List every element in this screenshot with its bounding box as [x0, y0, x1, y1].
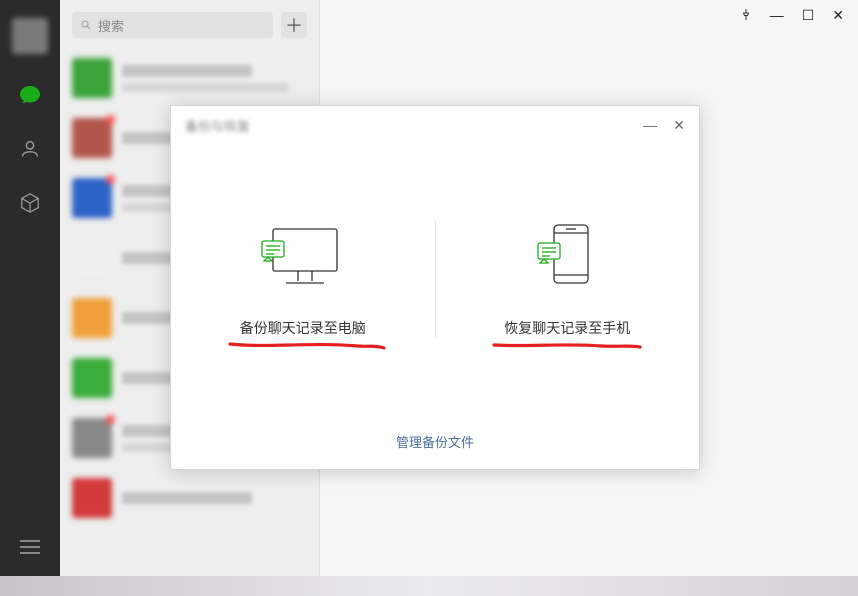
manage-backup-link[interactable]: 管理备份文件: [396, 432, 474, 451]
dialog-close-button[interactable]: ✕: [673, 117, 685, 134]
backup-label: 备份聊天记录至电脑: [240, 318, 366, 338]
dialog-titlebar: 备份与恢复 — ✕: [171, 106, 699, 144]
search-icon: [80, 19, 92, 31]
unread-badge: [106, 175, 115, 184]
close-button[interactable]: ✕: [832, 7, 844, 24]
menu-button[interactable]: [20, 540, 40, 554]
phone-icon: [522, 221, 612, 294]
maximize-button[interactable]: ☐: [802, 7, 815, 24]
minimize-button[interactable]: —: [770, 7, 784, 23]
new-chat-button[interactable]: ＋: [281, 12, 307, 38]
chat-avatar: [72, 118, 112, 158]
pin-button[interactable]: [740, 7, 752, 23]
chat-avatar: [72, 58, 112, 98]
annotation-underline: [492, 341, 642, 348]
chat-tab-icon[interactable]: [17, 82, 43, 108]
restore-label: 恢复聊天记录至手机: [504, 318, 630, 338]
search-row: 搜索 ＋: [60, 0, 319, 48]
chat-avatar: [72, 298, 112, 338]
collect-tab-icon[interactable]: [17, 190, 43, 216]
computer-icon: [258, 221, 348, 294]
chat-title: [122, 492, 252, 504]
left-rail: [0, 0, 60, 576]
contacts-tab-icon[interactable]: [17, 136, 43, 162]
chat-avatar: [72, 178, 112, 218]
chat-avatar: [72, 238, 112, 278]
search-placeholder: 搜索: [98, 16, 124, 35]
backup-restore-dialog: 备份与恢复 — ✕ 备份聊天记录至电脑: [170, 105, 700, 470]
chat-avatar: [72, 358, 112, 398]
chat-item[interactable]: [60, 468, 319, 528]
chat-item[interactable]: [60, 48, 319, 108]
search-input[interactable]: 搜索: [72, 12, 273, 38]
restore-to-phone-option[interactable]: 恢复聊天记录至手机: [436, 221, 700, 338]
dialog-minimize-button[interactable]: —: [643, 117, 657, 134]
dialog-body: 备份聊天记录至电脑 恢复聊天记录至手机: [171, 144, 699, 414]
annotation-underline: [228, 341, 378, 348]
chat-avatar: [72, 418, 112, 458]
dialog-title: 备份与恢复: [185, 116, 250, 135]
user-avatar[interactable]: [12, 18, 48, 54]
backup-to-computer-option[interactable]: 备份聊天记录至电脑: [171, 221, 436, 338]
dialog-footer: 管理备份文件: [171, 414, 699, 469]
chat-title: [122, 65, 252, 77]
window-controls: — ☐ ✕: [726, 0, 858, 30]
chat-preview: [122, 83, 289, 92]
unread-badge: [106, 115, 115, 124]
unread-badge: [106, 415, 115, 424]
decorative-strip: [0, 576, 858, 596]
chat-avatar: [72, 478, 112, 518]
